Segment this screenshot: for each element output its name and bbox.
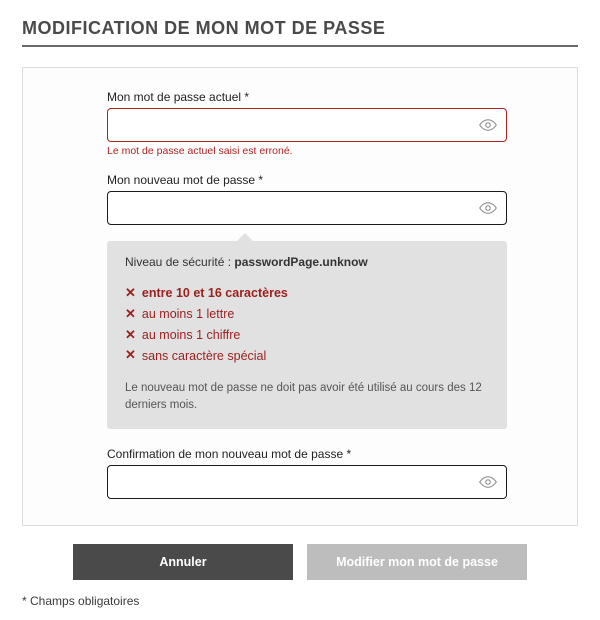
cancel-button[interactable]: Annuler xyxy=(73,544,293,580)
eye-icon[interactable] xyxy=(479,199,497,217)
rule-item: ✕ sans caractère spécial xyxy=(125,345,489,366)
input-new-password[interactable] xyxy=(107,191,507,225)
field-current-password: Mon mot de passe actuel * Le mot de pass… xyxy=(107,90,507,157)
security-box: Niveau de sécurité : passwordPage.unknow… xyxy=(107,241,507,429)
rule-item: ✕ au moins 1 chiffre xyxy=(125,325,489,346)
input-wrap-confirm xyxy=(107,465,507,499)
input-wrap-current xyxy=(107,108,507,142)
field-confirm-password: Confirmation de mon nouveau mot de passe… xyxy=(107,447,507,499)
rule-item: ✕ au moins 1 lettre xyxy=(125,304,489,325)
rule-item: ✕ entre 10 et 16 caractères xyxy=(125,283,489,304)
security-level: Niveau de sécurité : passwordPage.unknow xyxy=(125,255,489,269)
rule-text: au moins 1 chiffre xyxy=(142,325,240,345)
rule-text: entre 10 et 16 caractères xyxy=(142,283,288,303)
action-bar: Annuler Modifier mon mot de passe xyxy=(22,544,578,594)
mandatory-fields-note: * Champs obligatoires xyxy=(22,594,578,608)
security-rules: ✕ entre 10 et 16 caractères ✕ au moins 1 l… xyxy=(125,283,489,366)
label-new-password: Mon nouveau mot de passe * xyxy=(107,173,507,187)
eye-icon[interactable] xyxy=(479,116,497,134)
password-form-card: Mon mot de passe actuel * Le mot de pass… xyxy=(22,67,578,526)
x-icon: ✕ xyxy=(125,345,136,366)
eye-icon[interactable] xyxy=(479,473,497,491)
error-current-password: Le mot de passe actuel saisi est erroné. xyxy=(107,145,507,157)
submit-button[interactable]: Modifier mon mot de passe xyxy=(307,544,527,580)
security-level-label: Niveau de sécurité : xyxy=(125,255,234,269)
security-level-value: passwordPage.unknow xyxy=(234,255,367,269)
x-icon: ✕ xyxy=(125,304,136,325)
x-icon: ✕ xyxy=(125,283,136,304)
input-current-password[interactable] xyxy=(107,108,507,142)
label-confirm-password: Confirmation de mon nouveau mot de passe… xyxy=(107,447,507,461)
input-wrap-new xyxy=(107,191,507,225)
security-note: Le nouveau mot de passe ne doit pas avoi… xyxy=(125,380,489,415)
input-confirm-password[interactable] xyxy=(107,465,507,499)
rule-text: sans caractère spécial xyxy=(142,346,266,366)
rule-text: au moins 1 lettre xyxy=(142,304,234,324)
label-current-password: Mon mot de passe actuel * xyxy=(107,90,507,104)
page-title: MODIFICATION DE MON MOT DE PASSE xyxy=(22,18,578,47)
field-new-password: Mon nouveau mot de passe * xyxy=(107,173,507,225)
x-icon: ✕ xyxy=(125,325,136,346)
